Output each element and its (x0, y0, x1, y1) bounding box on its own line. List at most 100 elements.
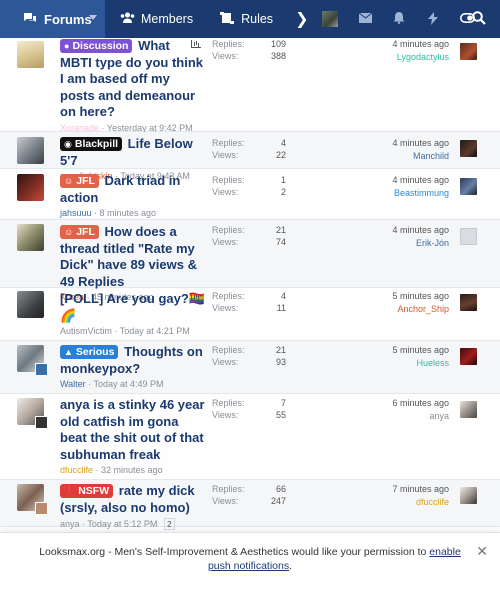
replies-count: 109 (270, 39, 286, 49)
thread-title[interactable]: ● Discussion What MBTI type do you think … (60, 38, 205, 121)
replies-count: 4 (280, 291, 286, 301)
views-count: 93 (275, 357, 286, 367)
last-post-time[interactable]: 6 minutes ago (329, 397, 449, 410)
chevron-down-icon[interactable] (89, 15, 97, 20)
author-avatar[interactable] (17, 224, 44, 251)
user-avatar[interactable] (322, 11, 339, 27)
author-avatar[interactable] (17, 345, 48, 376)
thread-title[interactable]: [POLL] Are you gay?🏳️‍🌈🌈 (60, 291, 205, 324)
users-icon (119, 12, 135, 26)
author-link[interactable]: anya (60, 519, 80, 529)
page-link[interactable]: 2 (163, 518, 175, 530)
bolt-icon[interactable] (426, 12, 440, 26)
prefix-badge[interactable]: ☺ JFL (60, 174, 99, 188)
bell-icon[interactable] (392, 12, 406, 26)
last-post-time[interactable]: 7 minutes ago (329, 483, 449, 496)
replies-count: 7 (280, 398, 286, 408)
search-icon[interactable] (472, 11, 486, 30)
envelope-icon[interactable] (358, 12, 373, 26)
last-post-user[interactable]: Manchild (329, 150, 449, 163)
author-avatar[interactable] (17, 41, 44, 68)
prefix-label: NSFW (78, 485, 110, 497)
thread-row[interactable]: ◉Blackpill Life Below 5'7 currylightskin… (0, 132, 500, 181)
last-poster-avatar[interactable] (460, 487, 477, 504)
thread-row[interactable]: ☺ JFL Dark triad in action jahsuuu · 8 mi… (0, 169, 500, 220)
last-post-user[interactable]: Lygodactylus (329, 51, 449, 64)
last-poster-avatar[interactable] (460, 228, 477, 245)
post-time: Today at 5:12 PM (87, 519, 158, 529)
last-post-time[interactable]: 4 minutes ago (329, 224, 449, 237)
author-link[interactable]: Xoranade (60, 123, 99, 133)
megaphone-icon: ▲ (64, 347, 73, 357)
prefix-badge[interactable]: ❗ NSFW (60, 484, 114, 498)
replies-count: 21 (275, 345, 286, 355)
prefix-badge[interactable]: ● Discussion (60, 39, 133, 53)
close-icon[interactable]: ✕ (476, 543, 488, 560)
nav-forums-tab[interactable]: Forums (0, 0, 105, 38)
prefix-badge[interactable]: ▲ Serious (60, 345, 119, 359)
thread-row[interactable]: ● Discussion What MBTI type do you think … (0, 38, 500, 147)
views-count: 55 (275, 410, 286, 420)
views-label: Views: (212, 496, 239, 506)
last-post-time[interactable]: 4 minutes ago (329, 174, 449, 187)
thread-row[interactable]: ☺ JFL How does a thread titled "Rate my D… (0, 220, 500, 302)
author-link[interactable]: jahsuuu (60, 208, 92, 218)
last-poster-avatar[interactable] (460, 294, 477, 311)
last-post: 4 minutes ago Erik-Jón (329, 224, 449, 249)
last-post-user[interactable]: Erik-Jón (329, 237, 449, 250)
notice-text: Looksmax.org - Men's Self-Improvement & … (30, 545, 470, 573)
chat-bubbles-icon: ● (64, 41, 70, 51)
chevron-right-icon[interactable]: ❯ (295, 0, 308, 38)
thread-title-text[interactable]: anya is a stinky 46 year old catfish im … (60, 397, 205, 462)
views-label: Views: (212, 237, 239, 247)
last-post-user[interactable]: Anchor_Ship (329, 303, 449, 316)
nav-rules-tab[interactable]: Rules (219, 0, 273, 38)
replies-count: 1 (280, 175, 286, 185)
author-link[interactable]: AutismVictim (60, 326, 112, 336)
author-link[interactable]: dfucclife (60, 465, 93, 475)
thread-row[interactable]: anya is a stinky 46 year old catfish im … (0, 394, 500, 480)
thread-row[interactable]: ▲ Serious Thoughts on monkeypox? Walter ·… (0, 341, 500, 394)
thread-row[interactable]: [POLL] Are you gay?🏳️‍🌈🌈 AutismVictim · … (0, 288, 500, 341)
thread-row[interactable]: ❗ NSFW rate my dick (srsly, also no homo)… (0, 480, 500, 530)
last-post-user[interactable]: dfucclife (329, 496, 449, 509)
last-poster-avatar[interactable] (460, 178, 477, 195)
last-post-time[interactable]: 4 minutes ago (329, 137, 449, 150)
thread-title[interactable]: ☺ JFL Dark triad in action (60, 173, 205, 206)
thread-title[interactable]: ☺ JFL How does a thread titled "Rate my D… (60, 224, 205, 290)
author-avatar[interactable] (17, 484, 48, 515)
last-post-user[interactable]: anya (329, 410, 449, 423)
last-post-user[interactable]: Beastimmung (329, 187, 449, 200)
laugh-icon: ☺ (64, 227, 74, 237)
author-avatar[interactable] (17, 291, 44, 318)
last-poster-avatar[interactable] (460, 401, 477, 418)
replies-label: Replies: (212, 291, 245, 301)
author-avatar[interactable] (17, 137, 44, 164)
author-avatar[interactable] (17, 174, 44, 201)
last-poster-avatar[interactable] (460, 348, 477, 365)
prefix-label: Discussion (72, 40, 129, 52)
thread-title[interactable]: ❗ NSFW rate my dick (srsly, also no homo) (60, 483, 205, 516)
thread-stats: Replies: 7 Views: 55 (212, 397, 286, 421)
prefix-badge[interactable]: ☺ JFL (60, 225, 99, 239)
last-poster-avatar[interactable] (460, 43, 477, 60)
prefix-badge[interactable]: ◉ Blackpill (60, 137, 123, 151)
last-post-time[interactable]: 4 minutes ago (329, 38, 449, 51)
thread-title[interactable]: ◉ Blackpill Life Below 5'7 (60, 136, 210, 169)
author-avatar[interactable] (17, 398, 48, 429)
thread-title[interactable]: ▲ Serious Thoughts on monkeypox? (60, 344, 205, 377)
replies-label: Replies: (212, 345, 245, 355)
last-post: 6 minutes ago anya (329, 397, 449, 422)
author-link[interactable]: Walter (60, 379, 86, 389)
last-post-user[interactable]: Hueless (329, 357, 449, 370)
last-poster-avatar[interactable] (460, 140, 477, 157)
post-time: 32 minutes ago (101, 465, 163, 475)
thread-title-text[interactable]: [POLL] Are you gay?🏳️‍🌈🌈 (60, 291, 205, 323)
prefix-label: Blackpill (74, 138, 119, 150)
last-post-time[interactable]: 5 minutes ago (329, 344, 449, 357)
post-time: Today at 4:49 PM (93, 379, 164, 389)
thread-title[interactable]: anya is a stinky 46 year old catfish im … (60, 397, 205, 463)
nav-members-tab[interactable]: Members (119, 0, 193, 38)
last-post-time[interactable]: 5 minutes ago (329, 290, 449, 303)
replies-count: 21 (275, 225, 286, 235)
